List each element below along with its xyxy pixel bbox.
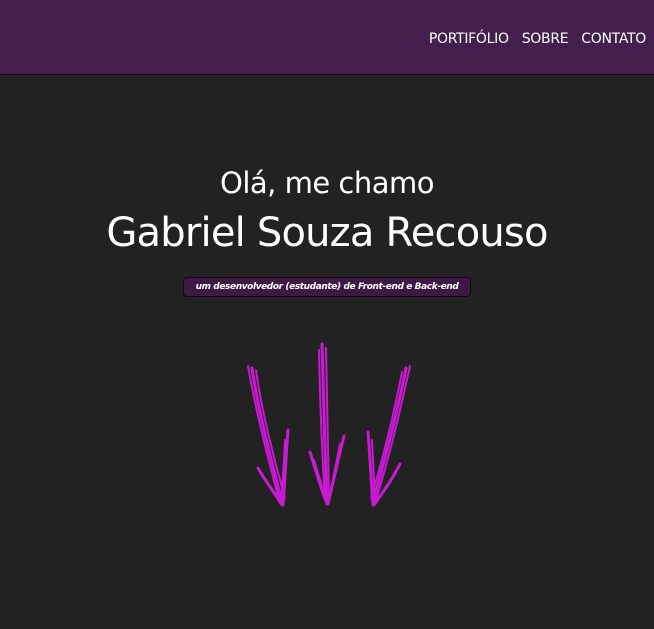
tagline-wrapper: um desenvolvedor (estudante) de Front-en… bbox=[0, 274, 654, 297]
navbar: PORTIFÓLIO SOBRE CONTATO bbox=[0, 0, 654, 75]
hero-section: Olá, me chamo Gabriel Souza Recouso um d… bbox=[0, 160, 654, 297]
nav-link-contato[interactable]: CONTATO bbox=[581, 29, 646, 49]
nav-links: PORTIFÓLIO SOBRE CONTATO bbox=[429, 29, 646, 49]
nav-link-sobre[interactable]: SOBRE bbox=[522, 29, 569, 49]
greeting-text: Olá, me chamo bbox=[220, 166, 435, 200]
nav-link-portfolio[interactable]: PORTIFÓLIO bbox=[429, 29, 509, 49]
hero-name: Gabriel Souza Recouso bbox=[106, 210, 548, 256]
page: PORTIFÓLIO SOBRE CONTATO Olá, me chamo G… bbox=[0, 0, 654, 629]
arrow-down-icon-right bbox=[366, 365, 411, 507]
tagline-badge: um desenvolvedor (estudante) de Front-en… bbox=[182, 277, 472, 297]
arrow-down-icon-left bbox=[247, 365, 290, 507]
scroll-arrows bbox=[247, 342, 411, 507]
arrow-down-icon-middle bbox=[308, 342, 346, 506]
